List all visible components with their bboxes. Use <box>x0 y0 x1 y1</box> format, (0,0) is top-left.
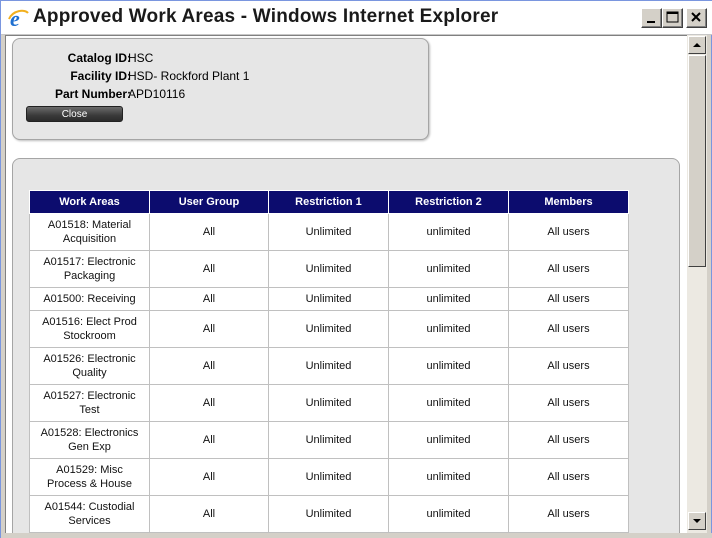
table-row: A01527: Electronic Test All Unlimited unlim… <box>29 384 629 422</box>
table-row: A01529: Misc Process & House All Unlimited… <box>29 458 629 496</box>
restriction-1-cell: Unlimited <box>268 421 389 459</box>
close-button[interactable]: Close <box>26 106 123 122</box>
work-area-cell: A01517: Electronic Packaging <box>29 250 150 288</box>
user-group-cell: All <box>149 421 269 459</box>
members-cell: All users <box>508 310 629 348</box>
restriction-2-cell: unlimited <box>388 213 509 251</box>
restriction-2-cell: unlimited <box>388 310 509 348</box>
restriction-1-cell: Unlimited <box>268 287 389 311</box>
header-user-group[interactable]: User Group <box>149 190 269 214</box>
members-cell: All users <box>508 421 629 459</box>
user-group-cell: All <box>149 495 269 533</box>
maximize-button[interactable] <box>662 8 683 28</box>
restriction-1-cell: Unlimited <box>268 250 389 288</box>
members-cell: All users <box>508 287 629 311</box>
part-row: Part Number: APD10116 <box>13 87 413 105</box>
header-members[interactable]: Members <box>508 190 629 214</box>
header-restriction-2[interactable]: Restriction 2 <box>388 190 509 214</box>
table-row: A01544: Custodial Services All Unlimited un… <box>29 495 629 533</box>
work-areas-panel: Work Areas User Group Restriction 1 Rest… <box>12 158 680 533</box>
browser-window: e Approved Work Areas - Windows Internet… <box>0 0 712 538</box>
table-row: A01518: Material Acquisition All Unlimited… <box>29 213 629 251</box>
part-value: APD10116 <box>128 87 186 101</box>
part-label: Part Number: <box>54 87 131 101</box>
work-area-cell: A01526: Electronic Quality <box>29 347 150 385</box>
catalog-value: HSC <box>128 51 154 65</box>
restriction-1-cell: Unlimited <box>268 213 389 251</box>
table-row: A01516: Elect Prod Stockroom All Unlimited… <box>29 310 629 348</box>
members-cell: All users <box>508 495 629 533</box>
maximize-icon <box>666 11 679 23</box>
restriction-2-cell: unlimited <box>388 458 509 496</box>
restriction-1-cell: Unlimited <box>268 310 389 348</box>
minimize-icon <box>647 21 655 23</box>
members-cell: All users <box>508 347 629 385</box>
members-cell: All users <box>508 458 629 496</box>
ie-icon: e <box>8 7 29 29</box>
arrow-down-icon <box>693 519 701 523</box>
user-group-cell: All <box>149 310 269 348</box>
work-area-cell: A01528: Electronics Gen Exp <box>29 421 150 459</box>
scroll-down-button[interactable] <box>688 512 706 530</box>
user-group-cell: All <box>149 250 269 288</box>
scroll-thumb[interactable] <box>688 55 706 267</box>
work-area-cell: A01518: Material Acquisition <box>29 213 150 251</box>
restriction-1-cell: Unlimited <box>268 384 389 422</box>
members-cell: All users <box>508 384 629 422</box>
facility-label: Facility ID: <box>70 69 131 83</box>
page-content: Catalog ID: HSC Facility ID: HSD- Rockfo… <box>5 35 687 533</box>
close-icon <box>691 12 701 22</box>
user-group-cell: All <box>149 458 269 496</box>
header-restriction-1[interactable]: Restriction 1 <box>268 190 389 214</box>
restriction-1-cell: Unlimited <box>268 347 389 385</box>
restriction-2-cell: unlimited <box>388 250 509 288</box>
user-group-cell: All <box>149 384 269 422</box>
facility-value: HSD- Rockford Plant 1 <box>128 69 250 83</box>
table-row: A01528: Electronics Gen Exp All Unlimited u… <box>29 421 629 459</box>
restriction-2-cell: unlimited <box>388 287 509 311</box>
work-area-cell: A01544: Custodial Services <box>29 495 150 533</box>
header-work-areas[interactable]: Work Areas <box>29 190 150 214</box>
work-areas-table: Work Areas User Group Restriction 1 Rest… <box>29 190 629 533</box>
table-row: A01517: Electronic Packaging All Unlimited… <box>29 250 629 288</box>
arrow-up-icon <box>693 43 701 47</box>
restriction-1-cell: Unlimited <box>268 495 389 533</box>
user-group-cell: All <box>149 213 269 251</box>
scroll-up-button[interactable] <box>688 36 706 54</box>
restriction-2-cell: unlimited <box>388 384 509 422</box>
work-area-cell: A01500: Receiving <box>29 287 150 311</box>
work-area-cell: A01529: Misc Process & House <box>29 458 150 496</box>
close-window-button[interactable] <box>686 8 707 28</box>
vertical-scrollbar[interactable] <box>687 35 707 533</box>
table-header-row: Work Areas User Group Restriction 1 Rest… <box>29 190 629 214</box>
window-title: Approved Work Areas - Windows Internet E… <box>33 6 499 27</box>
members-cell: All users <box>508 250 629 288</box>
members-cell: All users <box>508 213 629 251</box>
restriction-1-cell: Unlimited <box>268 458 389 496</box>
minimize-button[interactable] <box>641 8 662 28</box>
status-bar <box>1 533 712 538</box>
restriction-2-cell: unlimited <box>388 421 509 459</box>
restriction-2-cell: unlimited <box>388 495 509 533</box>
work-area-cell: A01527: Electronic Test <box>29 384 150 422</box>
table-body: A01518: Material Acquisition All Unlimited… <box>29 213 629 533</box>
restriction-2-cell: unlimited <box>388 347 509 385</box>
catalog-row: Catalog ID: HSC <box>13 51 413 69</box>
title-bar: e Approved Work Areas - Windows Internet… <box>1 1 712 35</box>
table-row: A01526: Electronic Quality All Unlimited un… <box>29 347 629 385</box>
info-panel: Catalog ID: HSC Facility ID: HSD- Rockfo… <box>12 38 429 140</box>
user-group-cell: All <box>149 347 269 385</box>
user-group-cell: All <box>149 287 269 311</box>
catalog-label: Catalog ID: <box>67 51 131 65</box>
facility-row: Facility ID: HSD- Rockford Plant 1 <box>13 69 413 87</box>
work-area-cell: A01516: Elect Prod Stockroom <box>29 310 150 348</box>
table-row: A01500: Receiving All Unlimited unlimited Al… <box>29 287 629 311</box>
